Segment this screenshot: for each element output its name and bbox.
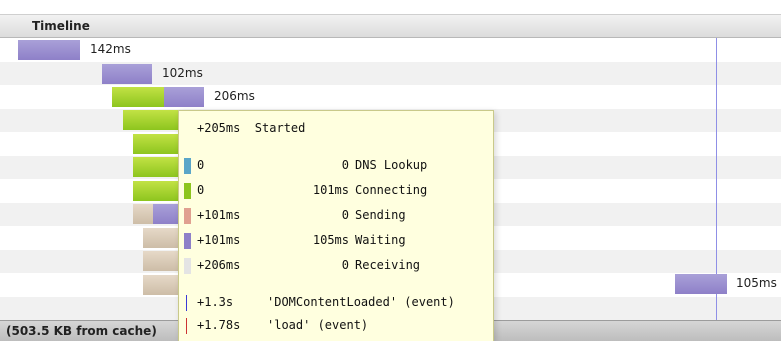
phase-name: Connecting bbox=[355, 183, 428, 197]
timeline-bar[interactable] bbox=[164, 87, 204, 107]
sending-color-swatch bbox=[184, 208, 191, 224]
waiting-color-swatch bbox=[184, 233, 191, 249]
load-marker bbox=[186, 318, 187, 334]
timing-row-receiving: +206ms 0 Receiving bbox=[183, 256, 483, 276]
connecting-color-swatch bbox=[184, 183, 191, 199]
duration-label: 102ms bbox=[162, 66, 203, 80]
duration-label: 206ms bbox=[214, 89, 255, 103]
event-time: +1.78s bbox=[197, 318, 241, 332]
duration-label: 105ms bbox=[736, 276, 777, 290]
timeline-bar[interactable] bbox=[133, 181, 179, 201]
timeline-bar[interactable] bbox=[143, 228, 179, 248]
timing-row-sending: +101ms 0 Sending bbox=[183, 206, 483, 226]
timeline-bar[interactable] bbox=[112, 87, 164, 107]
domcontentloaded-marker bbox=[186, 295, 187, 311]
timing-row-dns: 0 0 DNS Lookup bbox=[183, 156, 483, 176]
timeline-bar[interactable] bbox=[143, 251, 179, 271]
event-name: 'load' (event) bbox=[267, 318, 369, 332]
request-timing-tooltip: +205ms Started 0 0 DNS Lookup 0 101ms Co… bbox=[178, 110, 494, 341]
duration-label: 142ms bbox=[90, 42, 131, 56]
dns-color-swatch bbox=[184, 158, 191, 174]
phase-duration: 0 bbox=[341, 158, 349, 172]
timing-row-connecting: 0 101ms Connecting bbox=[183, 181, 483, 201]
event-row-domcontentloaded: +1.3s 'DOMContentLoaded' (event) bbox=[183, 293, 483, 313]
phase-start: 0 bbox=[197, 183, 205, 197]
phase-name: Sending bbox=[355, 208, 406, 222]
timeline-header-title: Timeline bbox=[32, 19, 90, 33]
status-bar-text: (503.5 KB from cache) bbox=[6, 324, 157, 338]
timeline-bar[interactable] bbox=[133, 157, 179, 177]
timeline-bar[interactable] bbox=[102, 64, 152, 84]
timeline-column-header[interactable]: Timeline bbox=[0, 14, 781, 38]
event-name: 'DOMContentLoaded' (event) bbox=[267, 295, 455, 309]
timeline-bar[interactable] bbox=[123, 110, 179, 130]
phase-duration: 105ms bbox=[312, 233, 349, 247]
timeline-bar[interactable] bbox=[133, 134, 179, 154]
event-time: +1.3s bbox=[197, 295, 234, 309]
tooltip-started: +205ms Started bbox=[197, 121, 306, 135]
event-row-load: +1.78s 'load' (event) bbox=[183, 316, 483, 336]
phase-start: +101ms bbox=[197, 233, 241, 247]
phase-name: Receiving bbox=[355, 258, 421, 272]
receiving-color-swatch bbox=[184, 258, 191, 274]
phase-duration: 0 bbox=[341, 208, 349, 222]
timing-row-waiting: +101ms 105ms Waiting bbox=[183, 231, 483, 251]
phase-name: DNS Lookup bbox=[355, 158, 428, 172]
timeline-bar[interactable] bbox=[18, 40, 80, 60]
timeline-bar[interactable] bbox=[153, 204, 179, 224]
phase-duration: 101ms bbox=[312, 183, 349, 197]
timeline-bar[interactable] bbox=[675, 274, 727, 294]
phase-start: 0 bbox=[197, 158, 205, 172]
phase-name: Waiting bbox=[355, 233, 406, 247]
phase-start: +206ms bbox=[197, 258, 241, 272]
phase-duration: 0 bbox=[341, 258, 349, 272]
phase-start: +101ms bbox=[197, 208, 241, 222]
timeline-bar[interactable] bbox=[133, 204, 153, 224]
timeline-bar[interactable] bbox=[143, 275, 179, 295]
